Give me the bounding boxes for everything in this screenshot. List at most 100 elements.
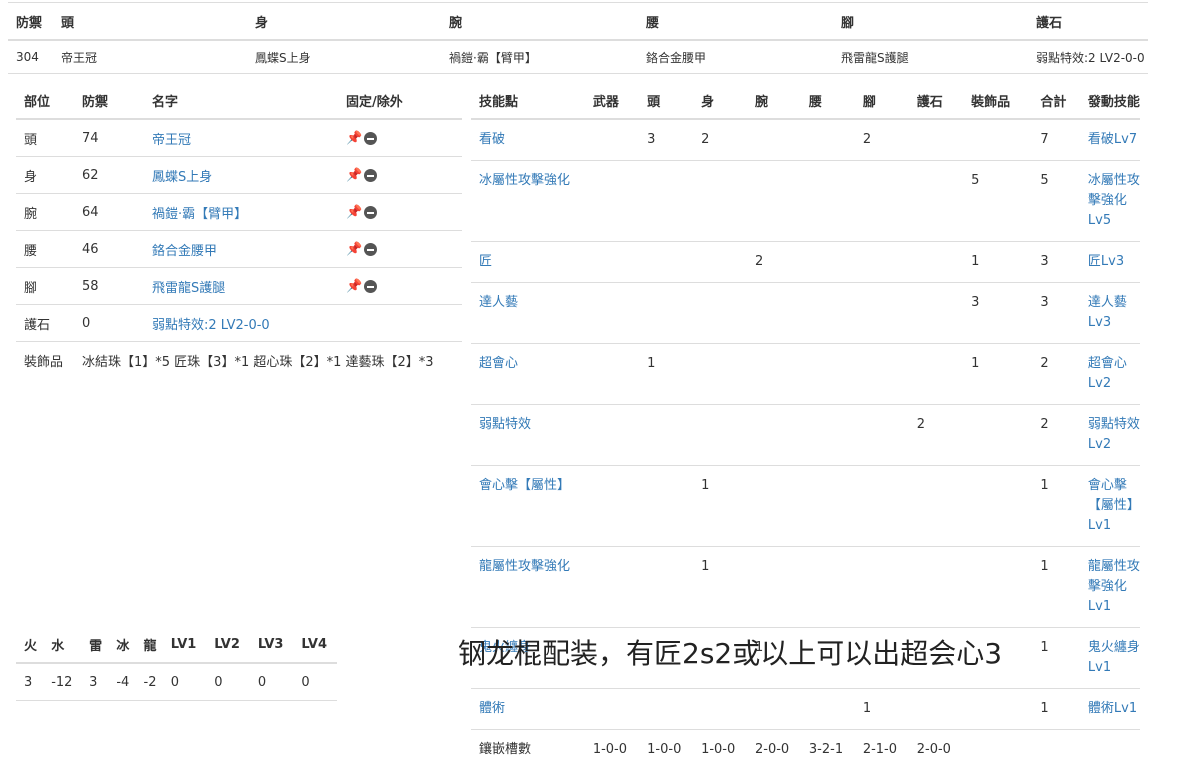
skill-points-cell [585,689,639,730]
skill-points-cell: 1 [693,466,747,547]
skill-points-cell [801,405,855,466]
exclude-icon[interactable] [364,132,377,145]
parts-table: 部位 防禦 名字 固定/除外 頭 74 帝王冠 📌 身 62 鳳蝶S上身 📌 腕… [16,83,462,378]
skill-name-link[interactable]: 超會心 [479,356,518,371]
resist-value: -12 [43,663,81,701]
summary-header: 腕 [441,3,638,41]
decoration-label: 裝飾品 [16,342,74,379]
skill-points-cell [693,283,747,344]
resist-header: LV3 [250,626,294,663]
slot-count-cell: 2-0-0 [747,730,801,770]
part-defense: 46 [74,231,144,268]
part-slot: 腰 [16,231,74,268]
part-name-link[interactable]: 鳳蝶S上身 [152,170,212,185]
activated-skill-link[interactable]: 會心擊【屬性】Lv1 [1088,478,1140,533]
skill-points-cell [585,283,639,344]
pin-icon[interactable]: 📌 [346,169,360,183]
table-row: 看破3227看破Lv7 [471,119,1140,161]
resist-header-row: 火水雷冰龍LV1LV2LV3LV4 [16,626,337,663]
skill-name-link[interactable]: 龍屬性攻擊強化 [479,559,570,574]
skills-header: 頭 [639,83,693,119]
skill-name-link[interactable]: 體術 [479,701,505,716]
resistance-table: 火水雷冰龍LV1LV2LV3LV4 3-123-4-20000 [16,626,337,701]
skill-points-cell [585,466,639,547]
slot-count-cell: 2-0-0 [909,730,963,770]
skill-points-cell: 3 [639,119,693,161]
pin-icon[interactable]: 📌 [346,132,360,146]
part-defense: 62 [74,157,144,194]
skill-points-cell: 2 [909,405,963,466]
skill-name-link[interactable]: 看破 [479,132,505,147]
skill-points-cell [585,119,639,161]
skill-points-cell [693,242,747,283]
skill-points-cell: 2 [747,242,801,283]
activated-skill-link[interactable]: 體術Lv1 [1088,701,1137,716]
part-name-link[interactable]: 鉻合金腰甲 [152,244,217,259]
skill-points-cell [585,242,639,283]
part-name-link[interactable]: 禍鎧·霸【臂甲】 [152,207,247,222]
activated-skill-link[interactable]: 超會心Lv2 [1088,356,1127,391]
skill-points-cell: 1 [963,242,1032,283]
skill-points-cell [801,283,855,344]
activated-skill-link[interactable]: 達人藝Lv3 [1088,295,1127,330]
skill-points-cell: 1 [1032,689,1080,730]
table-row: 龍屬性攻擊強化11龍屬性攻擊強化Lv1 [471,547,1140,628]
skill-points-cell: 1 [693,547,747,628]
activated-skill-link[interactable]: 看破Lv7 [1088,132,1137,147]
skill-points-cell: 1 [1032,628,1080,689]
table-row: 體術11體術Lv1 [471,689,1140,730]
exclude-icon[interactable] [364,243,377,256]
skill-points-cell [855,283,909,344]
resist-header: 水 [43,626,81,663]
exclude-icon[interactable] [364,280,377,293]
activated-skill-link[interactable]: 冰屬性攻擊強化Lv5 [1088,173,1140,228]
skill-points-cell [855,466,909,547]
summary-legs: 飛雷龍S護腿 [833,40,1028,74]
skill-points-cell [909,344,963,405]
table-row: 腕 64 禍鎧·霸【臂甲】 📌 [16,194,462,231]
skill-points-cell [747,344,801,405]
skill-points-cell [639,466,693,547]
pin-icon[interactable]: 📌 [346,243,360,257]
summary-header: 腳 [833,3,1028,41]
resist-value: 0 [293,663,337,701]
activated-skill-link[interactable]: 弱點特效Lv2 [1088,417,1140,452]
part-name-link[interactable]: 飛雷龍S護腿 [152,281,225,296]
skill-name-link[interactable]: 匠 [479,254,492,269]
exclude-icon[interactable] [364,206,377,219]
table-row: 冰屬性攻擊強化55冰屬性攻擊強化Lv5 [471,161,1140,242]
skill-points-cell [801,466,855,547]
skill-points-cell [639,689,693,730]
skill-name-link[interactable]: 弱點特效 [479,417,531,432]
skill-points-cell [801,689,855,730]
pin-icon[interactable]: 📌 [346,206,360,220]
activated-skill-link[interactable]: 匠Lv3 [1088,254,1124,269]
skill-name-link[interactable]: 冰屬性攻擊強化 [479,173,570,188]
skill-name-link[interactable]: 會心擊【屬性】 [479,478,570,493]
part-slot: 身 [16,157,74,194]
part-name-link[interactable]: 帝王冠 [152,133,191,148]
skill-points-cell: 5 [963,161,1032,242]
pin-icon[interactable]: 📌 [346,280,360,294]
skill-name-link[interactable]: 達人藝 [479,295,518,310]
slot-count-row: 鑲嵌槽數1-0-01-0-01-0-02-0-03-2-12-1-02-0-0 [471,730,1140,770]
skill-points-cell [747,689,801,730]
summary-body: 鳳蝶S上身 [247,40,441,74]
exclude-icon[interactable] [364,169,377,182]
table-row: 腳 58 飛雷龍S護腿 📌 [16,268,462,305]
skill-points-cell [909,466,963,547]
resist-value: -2 [136,663,163,701]
charm-name-link[interactable]: 弱點特效:2 LV2-0-0 [152,318,270,333]
resist-value-row: 3-123-4-20000 [16,663,337,701]
resist-value: 0 [250,663,294,701]
skill-points-cell [801,547,855,628]
skills-header: 護石 [909,83,963,119]
skill-points-cell [909,161,963,242]
activated-skill-link[interactable]: 龍屬性攻擊強化Lv1 [1088,559,1140,614]
summary-head: 帝王冠 [53,40,247,74]
skill-points-cell: 1 [639,344,693,405]
activated-skill-link[interactable]: 鬼火纏身Lv1 [1088,640,1140,675]
skill-points-cell [855,344,909,405]
slot-count-cell: 1-0-0 [585,730,639,770]
part-defense: 64 [74,194,144,231]
